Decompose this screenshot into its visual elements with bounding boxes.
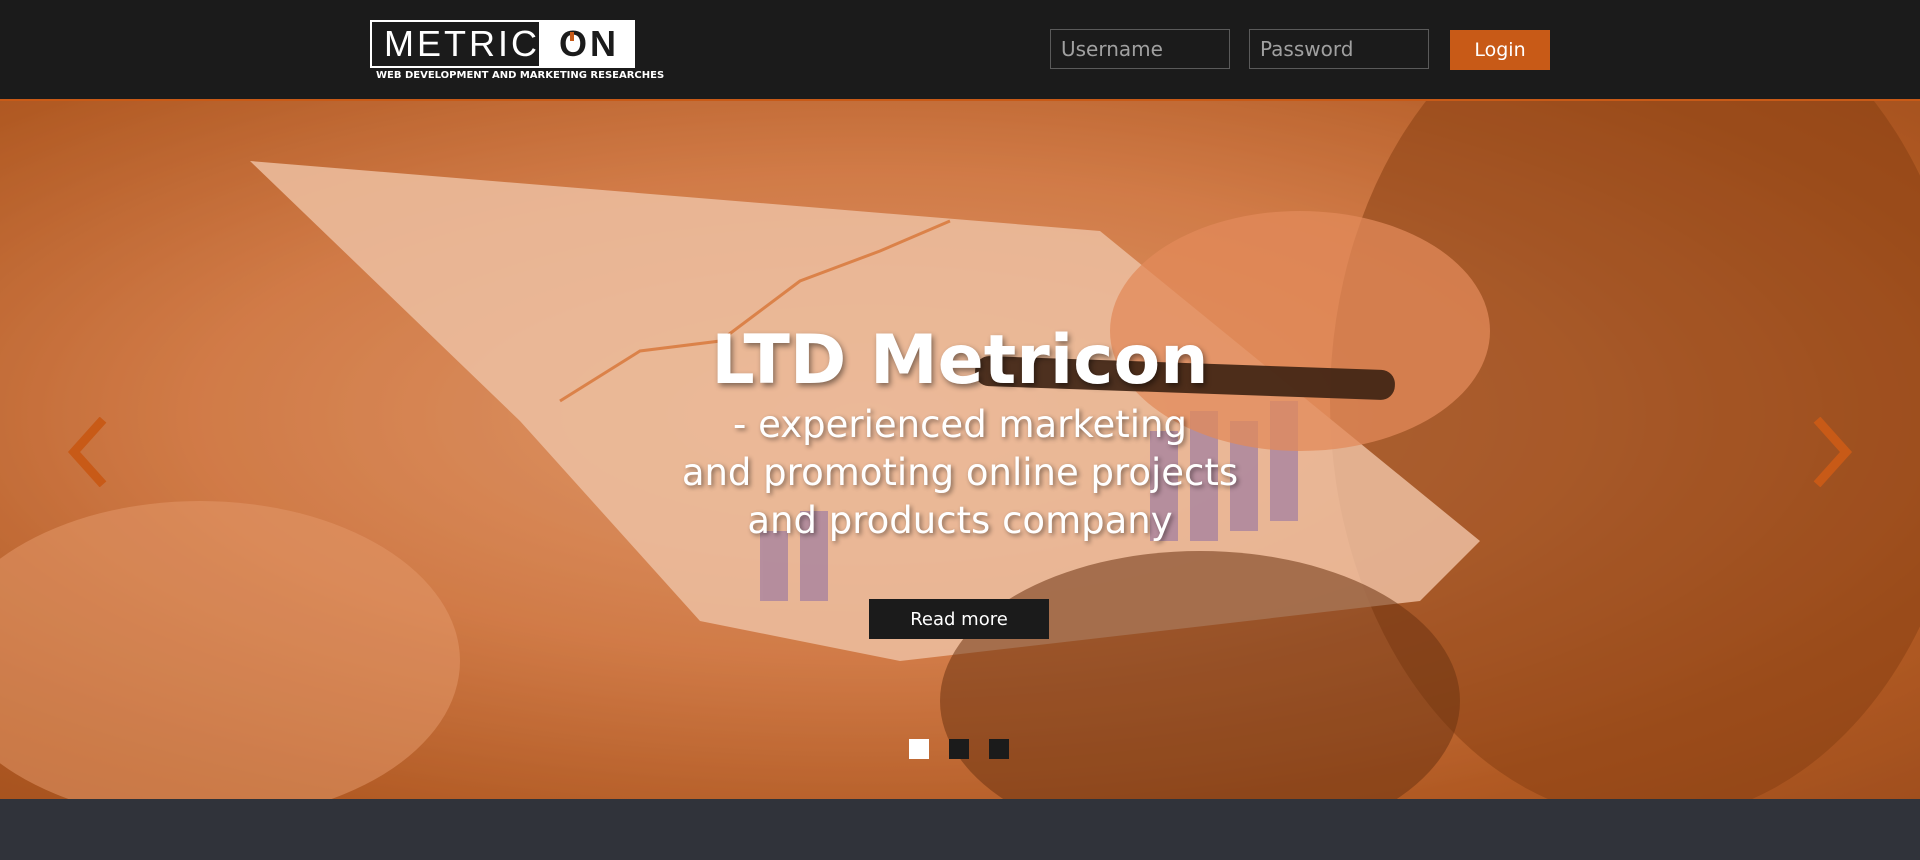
read-more-button[interactable]: Read more [869, 599, 1049, 639]
site-logo[interactable]: METRIC ON WEB DEVELOPMENT AND MARKETING … [370, 20, 665, 84]
hero-subtitle-line: and promoting online projects [681, 451, 1239, 494]
logo-tagline: WEB DEVELOPMENT AND MARKETING RESEARCHES [376, 70, 665, 81]
content-section-top [0, 799, 1920, 860]
site-header: METRIC ON WEB DEVELOPMENT AND MARKETING … [0, 0, 1920, 101]
carousel-dot-2[interactable] [949, 739, 969, 759]
logo-frame: METRIC ON [370, 20, 635, 68]
hero-subtitle: - experienced marketing and promoting on… [0, 401, 1920, 545]
password-input[interactable] [1249, 29, 1429, 69]
login-button[interactable]: Login [1450, 30, 1550, 70]
hero-subtitle-line: - experienced marketing [733, 403, 1187, 446]
chevron-right-icon[interactable] [1810, 417, 1854, 487]
username-input[interactable] [1050, 29, 1230, 69]
logo-on-block: ON [539, 22, 633, 66]
chevron-left-icon[interactable] [66, 417, 110, 487]
carousel-dot-1[interactable] [909, 739, 929, 759]
carousel-dot-3[interactable] [989, 739, 1009, 759]
hero-subtitle-line: and products company [747, 499, 1173, 542]
power-icon [570, 32, 574, 41]
logo-text-metric: METRIC [384, 23, 540, 64]
hero-title: LTD Metricon [711, 321, 1209, 400]
hero-carousel: LTD Metricon - experienced marketing and… [0, 101, 1920, 799]
